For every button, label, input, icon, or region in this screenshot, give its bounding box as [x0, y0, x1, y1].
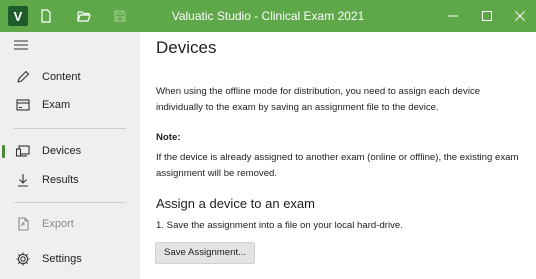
note-heading: Note:: [156, 132, 181, 143]
save-assignment-button[interactable]: Save Assignment...: [155, 242, 256, 264]
exam-icon: [16, 99, 30, 111]
app-logo-letter: V: [13, 8, 23, 24]
sidebar-item-label: Settings: [42, 253, 82, 265]
active-indicator: [2, 145, 5, 158]
gear-icon: [16, 252, 30, 266]
main-panel: Devices When using the offline mode for …: [140, 32, 536, 279]
sidebar-item-export[interactable]: Export: [0, 211, 140, 237]
app-logo: V: [8, 6, 28, 26]
sidebar-divider: [14, 128, 126, 129]
close-icon: [515, 11, 525, 21]
sidebar: Content Exam Devices Results Export Sett…: [0, 32, 140, 279]
sidebar-item-content[interactable]: Content: [0, 64, 140, 90]
devices-icon: [15, 145, 30, 157]
sidebar-item-exam[interactable]: Exam: [0, 92, 140, 118]
minimize-icon: [448, 15, 458, 17]
hamburger-menu-icon[interactable]: [14, 40, 28, 50]
intro-text: When using the offline mode for distribu…: [156, 86, 481, 113]
sidebar-item-label: Export: [42, 218, 74, 230]
page-title: Devices: [156, 38, 217, 57]
note-text: If the device is already assigned to ano…: [156, 152, 519, 179]
section-title: Assign a device to an exam: [156, 196, 315, 211]
sidebar-item-results[interactable]: Results: [0, 167, 140, 193]
sidebar-item-settings[interactable]: Settings: [0, 246, 140, 272]
sidebar-divider: [14, 202, 126, 203]
maximize-button[interactable]: [470, 0, 504, 32]
open-folder-icon[interactable]: [76, 8, 92, 24]
export-icon: [18, 217, 29, 231]
save-disk-icon[interactable]: [112, 8, 128, 24]
title-bar: V Valuatic Studio - Clinical Exam 2021: [0, 0, 536, 32]
pencil-icon: [17, 70, 30, 83]
sidebar-item-label: Exam: [42, 99, 71, 111]
sidebar-item-devices[interactable]: Devices: [0, 138, 140, 164]
step-one-text: 1. Save the assignment into a file on yo…: [156, 220, 403, 231]
minimize-button[interactable]: [436, 0, 470, 32]
maximize-icon: [482, 11, 492, 21]
sidebar-item-label: Content: [42, 71, 81, 83]
sidebar-item-label: Devices: [42, 145, 82, 157]
download-icon: [18, 174, 28, 187]
sidebar-item-label: Results: [42, 174, 79, 186]
close-button[interactable]: [504, 0, 536, 32]
new-file-icon[interactable]: [38, 8, 54, 24]
